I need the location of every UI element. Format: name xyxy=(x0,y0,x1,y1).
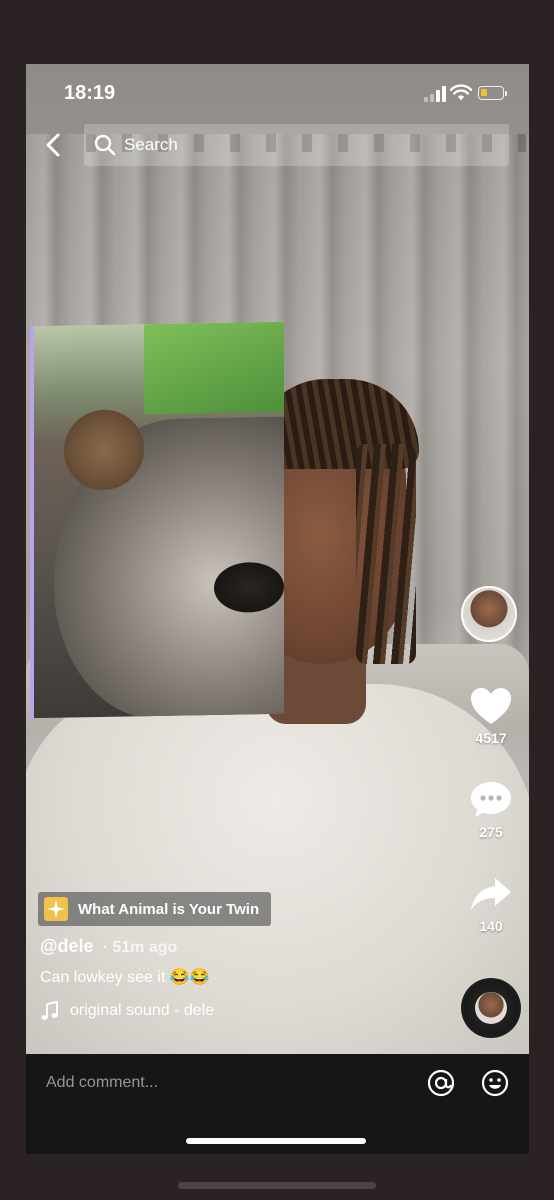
effect-label: What Animal is Your Twin xyxy=(78,900,260,918)
smiley-icon[interactable] xyxy=(480,1068,510,1098)
home-indicator[interactable] xyxy=(186,1138,366,1144)
bear-filter-overlay xyxy=(30,321,284,719)
comment-bar: Add comment... xyxy=(26,1054,529,1154)
music-disc-button[interactable] xyxy=(461,978,521,1038)
sound-link[interactable]: original sound - dele xyxy=(40,1001,440,1021)
post-time-ago: · 51m ago xyxy=(102,939,178,956)
battery-level xyxy=(481,89,487,96)
sound-cover-avatar xyxy=(475,992,507,1024)
username-row: @dele · 51m ago xyxy=(40,936,440,957)
search-icon xyxy=(94,134,116,156)
heart-icon xyxy=(471,688,511,724)
music-note-icon xyxy=(41,1001,58,1020)
sound-name: original sound - dele xyxy=(70,1002,215,1019)
at-sign-icon[interactable] xyxy=(426,1068,456,1098)
search-input[interactable]: Search xyxy=(84,124,509,166)
phone-screen: 18:19 Search 4517 275 140 What Animal is… xyxy=(26,64,529,1154)
add-comment-input[interactable]: Add comment... xyxy=(46,1074,158,1092)
post-caption: Can lowkey see it 😂😂 xyxy=(40,969,210,986)
comment-count: 275 xyxy=(479,824,503,840)
outer-home-indicator xyxy=(178,1182,376,1189)
creator-avatar[interactable] xyxy=(461,586,517,642)
status-time: 18:19 xyxy=(64,82,116,104)
post-caption-block: @dele · 51m ago Can lowkey see it 😂😂 ori… xyxy=(40,936,440,1021)
back-button[interactable] xyxy=(40,130,68,160)
share-button[interactable]: 140 xyxy=(461,874,521,934)
chevron-left-icon xyxy=(46,133,60,157)
like-button[interactable]: 4517 xyxy=(461,686,521,746)
wifi-icon xyxy=(450,84,472,101)
search-placeholder: Search xyxy=(124,135,178,154)
speech-bubble-icon xyxy=(471,782,511,817)
battery-icon xyxy=(478,86,507,100)
effect-tag[interactable]: What Animal is Your Twin xyxy=(38,892,272,926)
comment-button[interactable]: 275 xyxy=(461,780,521,840)
status-bar: 18:19 xyxy=(26,64,529,124)
like-count: 4517 xyxy=(475,730,507,746)
effect-sparkle-icon xyxy=(44,897,68,921)
share-arrow-icon xyxy=(471,878,511,910)
share-count: 140 xyxy=(479,918,503,934)
filter-grass xyxy=(144,321,284,415)
cellular-signal-icon xyxy=(424,86,446,102)
creator-username[interactable]: @dele xyxy=(40,936,94,956)
person-dreadlocks xyxy=(356,444,416,664)
